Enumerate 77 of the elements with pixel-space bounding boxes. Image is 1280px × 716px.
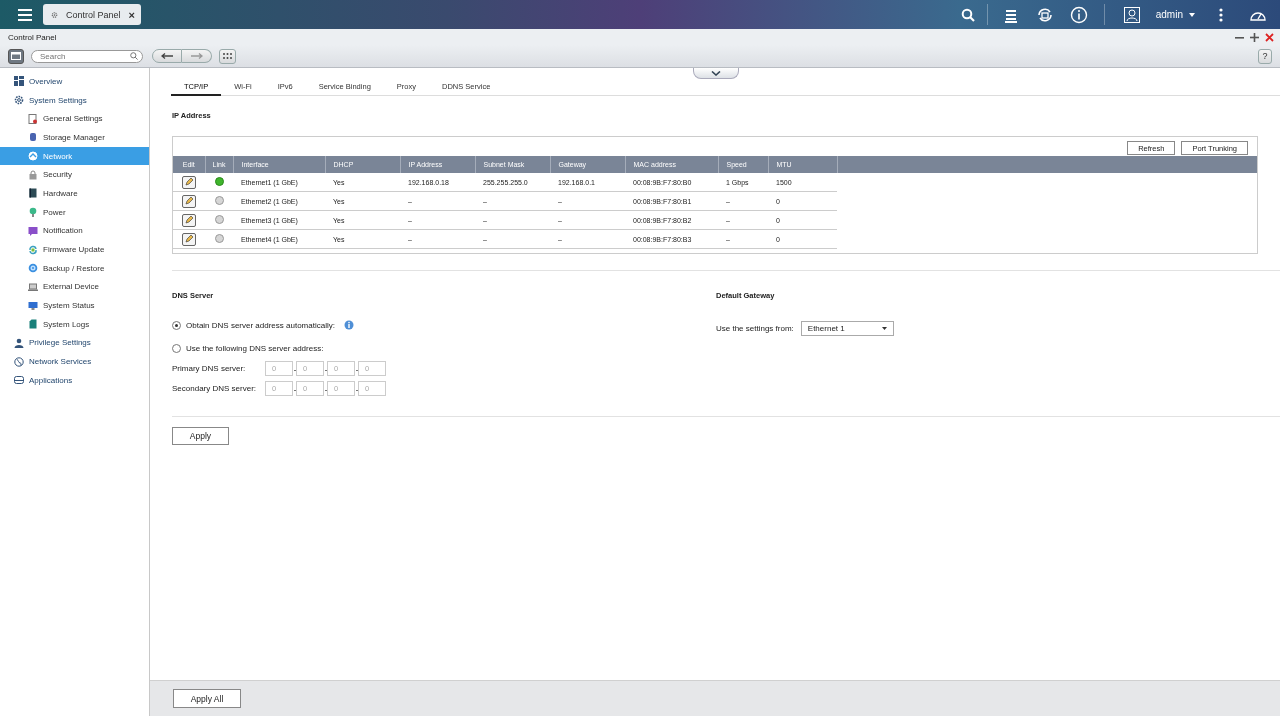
- info-icon: [343, 320, 354, 330]
- sidebar-item[interactable]: System Settings: [0, 90, 149, 110]
- back-button[interactable]: [152, 49, 182, 63]
- sidebar-item[interactable]: Notification: [0, 221, 149, 241]
- refresh-icon: [28, 244, 38, 255]
- search-icon[interactable]: [960, 7, 975, 22]
- cylinder-icon: [28, 132, 38, 143]
- more-icon[interactable]: [1219, 7, 1223, 22]
- sidebar-item[interactable]: Hardware: [0, 184, 149, 203]
- close-icon[interactable]: [1265, 32, 1274, 42]
- file-icon: [28, 319, 38, 330]
- window-title: Control Panel: [8, 32, 57, 42]
- person-icon: [14, 337, 24, 348]
- sidebar-item[interactable]: Storage Manager: [0, 128, 149, 147]
- sidebar-item[interactable]: Power: [0, 202, 149, 222]
- gear-icon: [14, 95, 24, 106]
- sync-icon[interactable]: [1035, 5, 1054, 24]
- sidebar-item[interactable]: Backup / Restore: [0, 258, 149, 278]
- chevron-down-icon: [711, 70, 721, 76]
- sidebar-item[interactable]: System Status: [0, 296, 149, 315]
- drive-icon: [14, 375, 24, 386]
- sidebar-item[interactable]: Firmware Update: [0, 240, 149, 259]
- arrow-right-icon: [190, 53, 203, 59]
- radio-button[interactable]: [172, 320, 181, 330]
- sidebar-item[interactable]: Overview: [0, 72, 149, 91]
- arrow-left-icon: [161, 53, 173, 59]
- maximize-icon[interactable]: [1250, 32, 1259, 42]
- option-label: Obtain DNS server address automatically:: [186, 320, 335, 330]
- disc-icon: [28, 263, 38, 274]
- menu-icon[interactable]: [18, 8, 32, 21]
- user-icon[interactable]: [1123, 6, 1140, 23]
- edit-button[interactable]: [182, 194, 196, 208]
- field-label: Use the settings from:: [716, 323, 794, 333]
- edit-button[interactable]: [182, 213, 196, 227]
- help-button[interactable]: ?: [1258, 48, 1272, 64]
- layout-button[interactable]: [8, 48, 24, 64]
- user-menu[interactable]: admin: [1155, 9, 1195, 20]
- edit-button[interactable]: [182, 232, 196, 246]
- close-button[interactable]: ×: [128, 8, 135, 21]
- gear-icon: [51, 9, 58, 20]
- pencil-icon: [185, 235, 193, 243]
- apply-all-button[interactable]: Apply All: [173, 689, 241, 708]
- sidebar-item[interactable]: Security: [0, 165, 149, 185]
- sidebar-item[interactable]: Network Services: [0, 352, 149, 371]
- laptop-icon: [28, 281, 38, 292]
- pencil-icon: [185, 178, 193, 186]
- bulb-icon: [28, 207, 38, 218]
- document-icon: [28, 113, 38, 124]
- sidebar-item[interactable]: Privilege Settings: [0, 333, 149, 353]
- field-label: Primary DNS server:: [172, 363, 247, 373]
- grid-icon: [14, 76, 24, 87]
- app-tab[interactable]: Control Panel ×: [43, 4, 141, 25]
- option-label: Use the following DNS server address:: [186, 343, 324, 353]
- dots-grid-icon: [223, 53, 232, 59]
- monitor-icon: [28, 300, 38, 311]
- caret-icon: [881, 326, 887, 330]
- collapse-handle[interactable]: [693, 68, 739, 79]
- radio-button[interactable]: [172, 343, 181, 353]
- sidebar-item[interactable]: General Settings: [0, 109, 149, 129]
- search-field[interactable]: Search: [31, 49, 143, 63]
- pencil-icon: [185, 197, 193, 205]
- dropdown[interactable]: Ethernet 1: [800, 320, 894, 336]
- apply-button[interactable]: Apply: [172, 427, 229, 445]
- apps-button[interactable]: [219, 48, 236, 64]
- caret-icon: [1189, 12, 1195, 17]
- info-icon[interactable]: [1069, 5, 1088, 24]
- pencil-icon: [185, 216, 193, 224]
- sidebar-item[interactable]: External Device: [0, 277, 149, 297]
- padlock-icon: [28, 169, 38, 180]
- book-icon: [28, 188, 38, 199]
- sidebar-item[interactable]: Applications: [0, 371, 149, 390]
- search-icon: [130, 52, 138, 60]
- chat-icon: [28, 225, 38, 236]
- sidebar-item[interactable]: System Logs: [0, 314, 149, 334]
- field-label: Secondary DNS server:: [172, 383, 258, 393]
- window-icon: [11, 52, 21, 60]
- edit-button[interactable]: [182, 175, 196, 189]
